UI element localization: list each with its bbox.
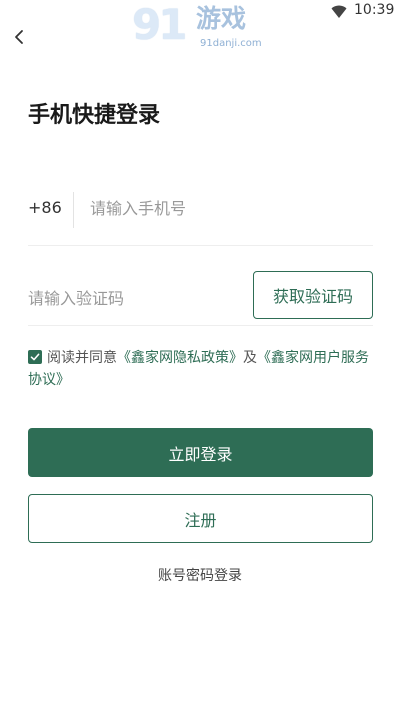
register-button[interactable]: 注册 [28, 494, 373, 543]
get-code-button[interactable]: 获取验证码 [253, 271, 373, 319]
wifi-icon [331, 4, 347, 18]
agreement-checkbox[interactable] [28, 350, 42, 364]
verification-code-input[interactable] [28, 284, 228, 312]
agreement-prefix: 阅读并同意 [47, 350, 117, 366]
check-icon [30, 353, 40, 361]
status-time: 10:39 [354, 2, 395, 18]
login-button[interactable]: 立即登录 [28, 428, 373, 477]
privacy-policy-link[interactable]: 《鑫家网隐私政策》 [117, 350, 243, 366]
agreement-connector: 及 [243, 350, 257, 366]
phone-input-row: +86 [28, 186, 373, 246]
phone-divider [73, 192, 74, 228]
watermark-logo-url: 91danji.com [200, 38, 262, 49]
watermark-logo: 91 游戏 91danji.com [132, 2, 272, 54]
back-button[interactable] [6, 24, 32, 54]
phone-input[interactable] [90, 194, 360, 222]
page-title: 手机快捷登录 [28, 103, 161, 128]
password-login-link[interactable]: 账号密码登录 [0, 566, 400, 586]
chevron-left-icon [13, 29, 25, 49]
country-code[interactable]: +86 [28, 198, 62, 218]
agreement: 阅读并同意《鑫家网隐私政策》及《鑫家网用户服务协议》 [28, 347, 376, 391]
watermark-logo-number: 91 [132, 0, 187, 49]
watermark-logo-brand: 游戏 [196, 4, 247, 33]
code-input-row: 获取验证码 [28, 270, 373, 326]
